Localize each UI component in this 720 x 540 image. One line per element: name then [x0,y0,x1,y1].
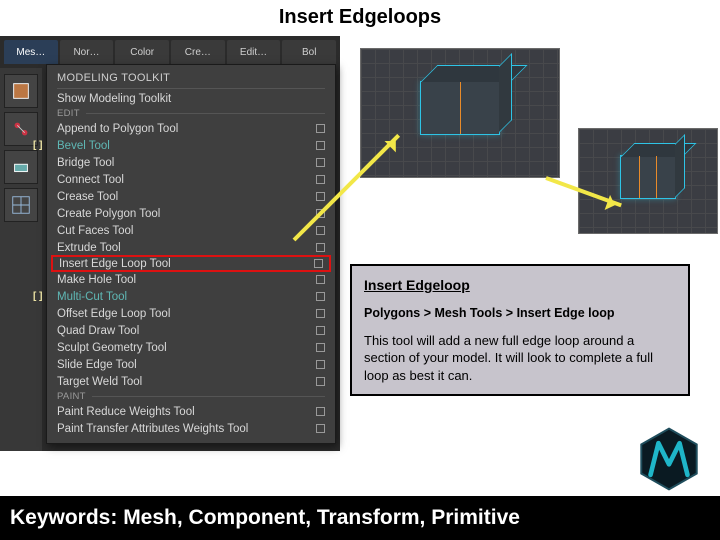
menu-item-label: Bevel Tool [57,140,310,152]
menu-item-label: Bridge Tool [57,157,310,169]
poly-marker-icon: [ ] [33,291,42,302]
poly-marker-icon: [ ] [33,140,42,151]
slide: Insert Edgeloops Mes…Nor…ColorCre…Edit…B… [0,0,720,540]
menu-item[interactable]: Extrude Tool [47,239,335,256]
menu-item[interactable]: Crease Tool [47,188,335,205]
menu-item-label: Offset Edge Loop Tool [57,308,310,320]
menu-item-label: Paint Reduce Weights Tool [57,406,310,418]
viewport-after [578,128,718,234]
tool-icon[interactable] [4,188,38,222]
option-box-icon[interactable] [316,226,325,235]
option-box-icon[interactable] [316,158,325,167]
menu-item[interactable]: Target Weld Tool [47,373,335,390]
option-box-icon[interactable] [316,407,325,416]
shelf-tab[interactable]: Edit… [227,40,281,64]
viewport-before [360,48,560,178]
shelf-tab[interactable]: Cre… [171,40,225,64]
menu-item[interactable]: Insert Edge Loop Tool [51,255,331,272]
menu-item[interactable]: Paint Transfer Attributes Weights Tool [47,420,335,437]
menu-item-label: Multi-Cut Tool [57,291,310,303]
slide-title: Insert Edgeloops [0,6,720,29]
menu-item[interactable]: Create Polygon Tool [47,205,335,222]
option-box-icon[interactable] [316,175,325,184]
shelf-tab[interactable]: Bol [282,40,336,64]
maya-screenshot: Mes…Nor…ColorCre…Edit…Bol MODELING TOOLK… [0,36,340,451]
menu-item-label: Crease Tool [57,191,310,203]
menu-item[interactable]: Append to Polygon Tool [47,120,335,137]
option-box-icon[interactable] [316,360,325,369]
keywords-bar: Keywords: Mesh, Component, Transform, Pr… [0,496,720,540]
menu-item[interactable]: [ ]Multi-Cut Tool [47,288,335,305]
menu-divider: EDIT [47,107,335,120]
menu-item[interactable]: Connect Tool [47,171,335,188]
option-box-icon[interactable] [316,377,325,386]
explanation-body: This tool will add a new full edge loop … [364,332,676,385]
menu-item[interactable]: Paint Reduce Weights Tool [47,403,335,420]
option-box-icon[interactable] [316,292,325,301]
menu-item[interactable]: Quad Draw Tool [47,322,335,339]
shelf-tab[interactable]: Color [115,40,169,64]
menu-item[interactable]: Bridge Tool [47,154,335,171]
menu-item[interactable]: Slide Edge Tool [47,356,335,373]
shelf-tab[interactable]: Nor… [60,40,114,64]
maya-logo-icon [636,426,702,492]
option-box-icon[interactable] [316,124,325,133]
menu-item[interactable]: Make Hole Tool [47,271,335,288]
menu-item[interactable]: [ ]Bevel Tool [47,137,335,154]
shelf-tabs: Mes…Nor…ColorCre…Edit…Bol [0,40,340,64]
cube-two-loops [620,155,675,199]
menu-item-label: Paint Transfer Attributes Weights Tool [57,423,310,435]
menu-item-label: Insert Edge Loop Tool [59,258,308,270]
option-box-icon[interactable] [316,141,325,150]
menu-item-label: Show Modeling Toolkit [57,93,325,105]
menu-item[interactable]: Show Modeling Toolkit [47,90,335,107]
menu-item-label: Append to Polygon Tool [57,123,310,135]
explanation-heading: Insert Edgeloop [364,276,676,295]
menu-item-label: Quad Draw Tool [57,325,310,337]
mesh-tools-menu: MODELING TOOLKIT Show Modeling Toolkit EDI… [46,64,336,444]
tool-icon[interactable] [4,150,38,184]
menu-item-label: Create Polygon Tool [57,208,310,220]
option-box-icon[interactable] [316,192,325,201]
option-box-icon[interactable] [316,309,325,318]
option-box-icon[interactable] [316,243,325,252]
explanation-box: Insert Edgeloop Polygons > Mesh Tools > … [350,264,690,396]
option-box-icon[interactable] [316,343,325,352]
menu-item-label: Target Weld Tool [57,376,310,388]
menu-item-label: Make Hole Tool [57,274,310,286]
menu-item-label: Cut Faces Tool [57,225,310,237]
menu-item-label: Extrude Tool [57,242,310,254]
option-box-icon[interactable] [314,259,323,268]
tool-palette [0,68,42,451]
option-box-icon[interactable] [316,326,325,335]
menu-section-label: MODELING TOOLKIT [47,69,335,87]
menu-item[interactable]: Offset Edge Loop Tool [47,305,335,322]
cube-one-loop [420,81,499,135]
menu-item[interactable]: Cut Faces Tool [47,222,335,239]
menu-item[interactable]: Sculpt Geometry Tool [47,339,335,356]
menu-item-label: Sculpt Geometry Tool [57,342,310,354]
shelf-tab[interactable]: Mes… [4,40,58,64]
menu-item-label: Connect Tool [57,174,310,186]
option-box-icon[interactable] [316,424,325,433]
menu-path: Polygons > Mesh Tools > Insert Edge loop [364,305,676,322]
tool-icon[interactable] [4,74,38,108]
menu-divider: PAINT [47,390,335,403]
menu-item-label: Slide Edge Tool [57,359,310,371]
option-box-icon[interactable] [316,275,325,284]
